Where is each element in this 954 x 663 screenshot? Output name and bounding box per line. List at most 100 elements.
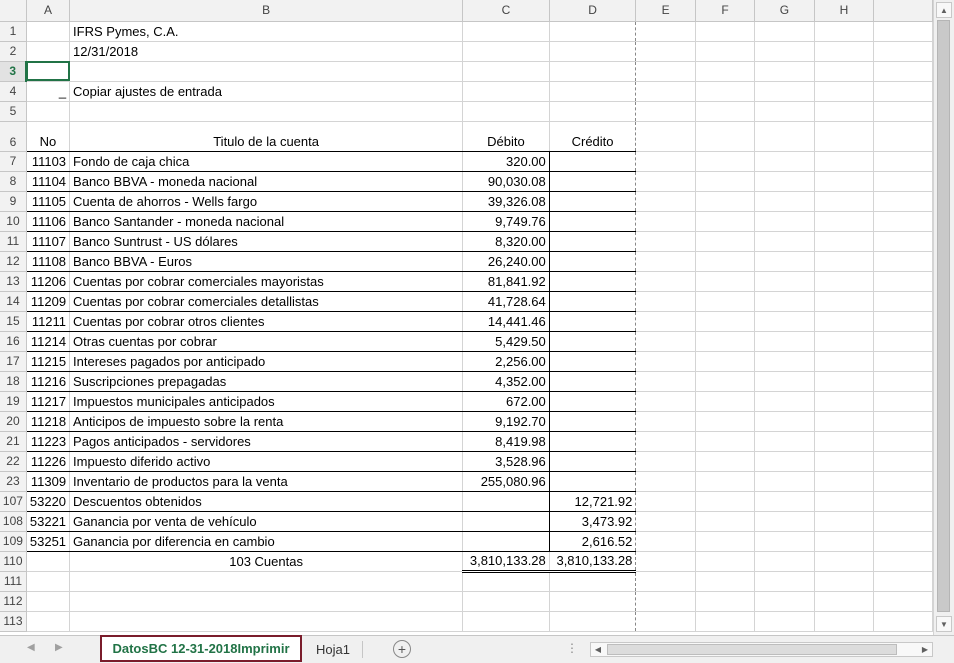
cell[interactable] — [873, 311, 933, 332]
account-name[interactable]: Banco Suntrust - US dólares — [69, 231, 464, 252]
cell[interactable] — [549, 81, 637, 102]
cell[interactable] — [873, 101, 933, 122]
account-name[interactable]: Intereses pagados por anticipado — [69, 351, 464, 372]
cell[interactable] — [635, 411, 696, 432]
cell[interactable] — [873, 231, 933, 252]
row-header[interactable]: 113 — [0, 611, 27, 632]
cell[interactable] — [695, 101, 756, 122]
cell[interactable] — [695, 171, 756, 192]
cell[interactable] — [695, 471, 756, 492]
cell[interactable] — [873, 511, 933, 532]
cell[interactable] — [814, 491, 875, 512]
cell[interactable] — [754, 491, 815, 512]
account-number[interactable]: 11103 — [26, 151, 71, 172]
account-name[interactable]: Ganancia por diferencia en cambio — [69, 531, 464, 552]
account-name[interactable]: Otras cuentas por cobrar — [69, 331, 464, 352]
account-number[interactable]: 11309 — [26, 471, 71, 492]
cell[interactable] — [549, 61, 637, 82]
cell[interactable] — [754, 311, 815, 332]
row-header[interactable]: 11 — [0, 231, 27, 252]
vertical-scroll-thumb[interactable] — [937, 20, 950, 612]
account-name[interactable]: Pagos anticipados - servidores — [69, 431, 464, 452]
account-debit[interactable]: 9,749.76 — [462, 211, 550, 232]
cell[interactable] — [635, 531, 696, 552]
cell[interactable] — [814, 21, 875, 42]
account-debit[interactable]: 255,080.96 — [462, 471, 550, 492]
row-header[interactable]: 17 — [0, 351, 27, 372]
checkbox-cell[interactable]: _ — [26, 81, 71, 102]
cell[interactable] — [462, 611, 550, 632]
account-name[interactable]: Impuestos municipales anticipados — [69, 391, 464, 412]
add-sheet-icon[interactable]: + — [393, 640, 411, 658]
cell[interactable] — [635, 121, 696, 152]
selected-cell[interactable] — [26, 61, 71, 82]
cell[interactable] — [814, 511, 875, 532]
account-debit[interactable] — [462, 511, 550, 532]
account-number[interactable]: 11108 — [26, 251, 71, 272]
cell[interactable] — [635, 61, 696, 82]
cell[interactable] — [69, 591, 464, 612]
account-debit[interactable]: 8,320.00 — [462, 231, 550, 252]
cell[interactable] — [635, 551, 696, 572]
account-number[interactable]: 11214 — [26, 331, 71, 352]
account-name[interactable]: Descuentos obtenidos — [69, 491, 464, 512]
cell[interactable] — [695, 451, 756, 472]
cell[interactable] — [814, 251, 875, 272]
cell[interactable] — [814, 451, 875, 472]
cell[interactable] — [814, 121, 875, 152]
cell[interactable] — [873, 251, 933, 272]
cell[interactable] — [873, 291, 933, 312]
row-header[interactable]: 8 — [0, 171, 27, 192]
row-header[interactable]: 108 — [0, 511, 27, 532]
cell[interactable] — [873, 81, 933, 102]
cell[interactable] — [814, 391, 875, 412]
account-credit[interactable] — [549, 311, 637, 332]
cell[interactable] — [695, 511, 756, 532]
account-credit[interactable] — [549, 471, 637, 492]
account-number[interactable]: 11226 — [26, 451, 71, 472]
cell[interactable] — [814, 61, 875, 82]
row-header[interactable]: 15 — [0, 311, 27, 332]
cell[interactable] — [873, 551, 933, 572]
cell[interactable] — [462, 41, 550, 62]
row-header[interactable]: 23 — [0, 471, 27, 492]
cell[interactable] — [754, 101, 815, 122]
account-name[interactable]: Fondo de caja chica — [69, 151, 464, 172]
spreadsheet-grid[interactable]: A B C D E F G H 1 IFRS Pymes, C.A. 2 12/… — [0, 0, 933, 635]
account-debit[interactable]: 3,528.96 — [462, 451, 550, 472]
cell[interactable] — [754, 611, 815, 632]
account-name[interactable]: Banco BBVA - moneda nacional — [69, 171, 464, 192]
horizontal-scroll-thumb[interactable] — [607, 644, 897, 655]
account-credit[interactable] — [549, 451, 637, 472]
account-credit[interactable]: 12,721.92 — [549, 491, 637, 512]
account-name[interactable]: Cuentas por cobrar comerciales detallist… — [69, 291, 464, 312]
cell[interactable] — [754, 391, 815, 412]
cell[interactable] — [635, 591, 696, 612]
column-header-c[interactable]: C — [462, 0, 550, 22]
cell[interactable] — [814, 371, 875, 392]
row-header[interactable]: 19 — [0, 391, 27, 412]
cell[interactable] — [462, 81, 550, 102]
cell[interactable] — [26, 591, 71, 612]
cell[interactable] — [695, 331, 756, 352]
cell[interactable] — [754, 251, 815, 272]
account-credit[interactable]: 3,473.92 — [549, 511, 637, 532]
cell[interactable] — [695, 271, 756, 292]
account-number[interactable]: 11216 — [26, 371, 71, 392]
cell[interactable] — [754, 331, 815, 352]
cell[interactable] — [635, 371, 696, 392]
cell[interactable] — [873, 611, 933, 632]
splitter-handle-icon[interactable]: ⋮ — [566, 641, 578, 655]
cell[interactable] — [873, 431, 933, 452]
cell[interactable] — [814, 611, 875, 632]
cell[interactable] — [695, 311, 756, 332]
account-name[interactable]: Impuesto diferido activo — [69, 451, 464, 472]
account-name[interactable]: Anticipos de impuesto sobre la renta — [69, 411, 464, 432]
account-number[interactable]: 11105 — [26, 191, 71, 212]
cell[interactable] — [695, 291, 756, 312]
cell[interactable] — [873, 121, 933, 152]
account-debit[interactable]: 672.00 — [462, 391, 550, 412]
cell[interactable] — [754, 591, 815, 612]
account-number[interactable]: 11218 — [26, 411, 71, 432]
account-credit[interactable]: 2,616.52 — [549, 531, 637, 552]
